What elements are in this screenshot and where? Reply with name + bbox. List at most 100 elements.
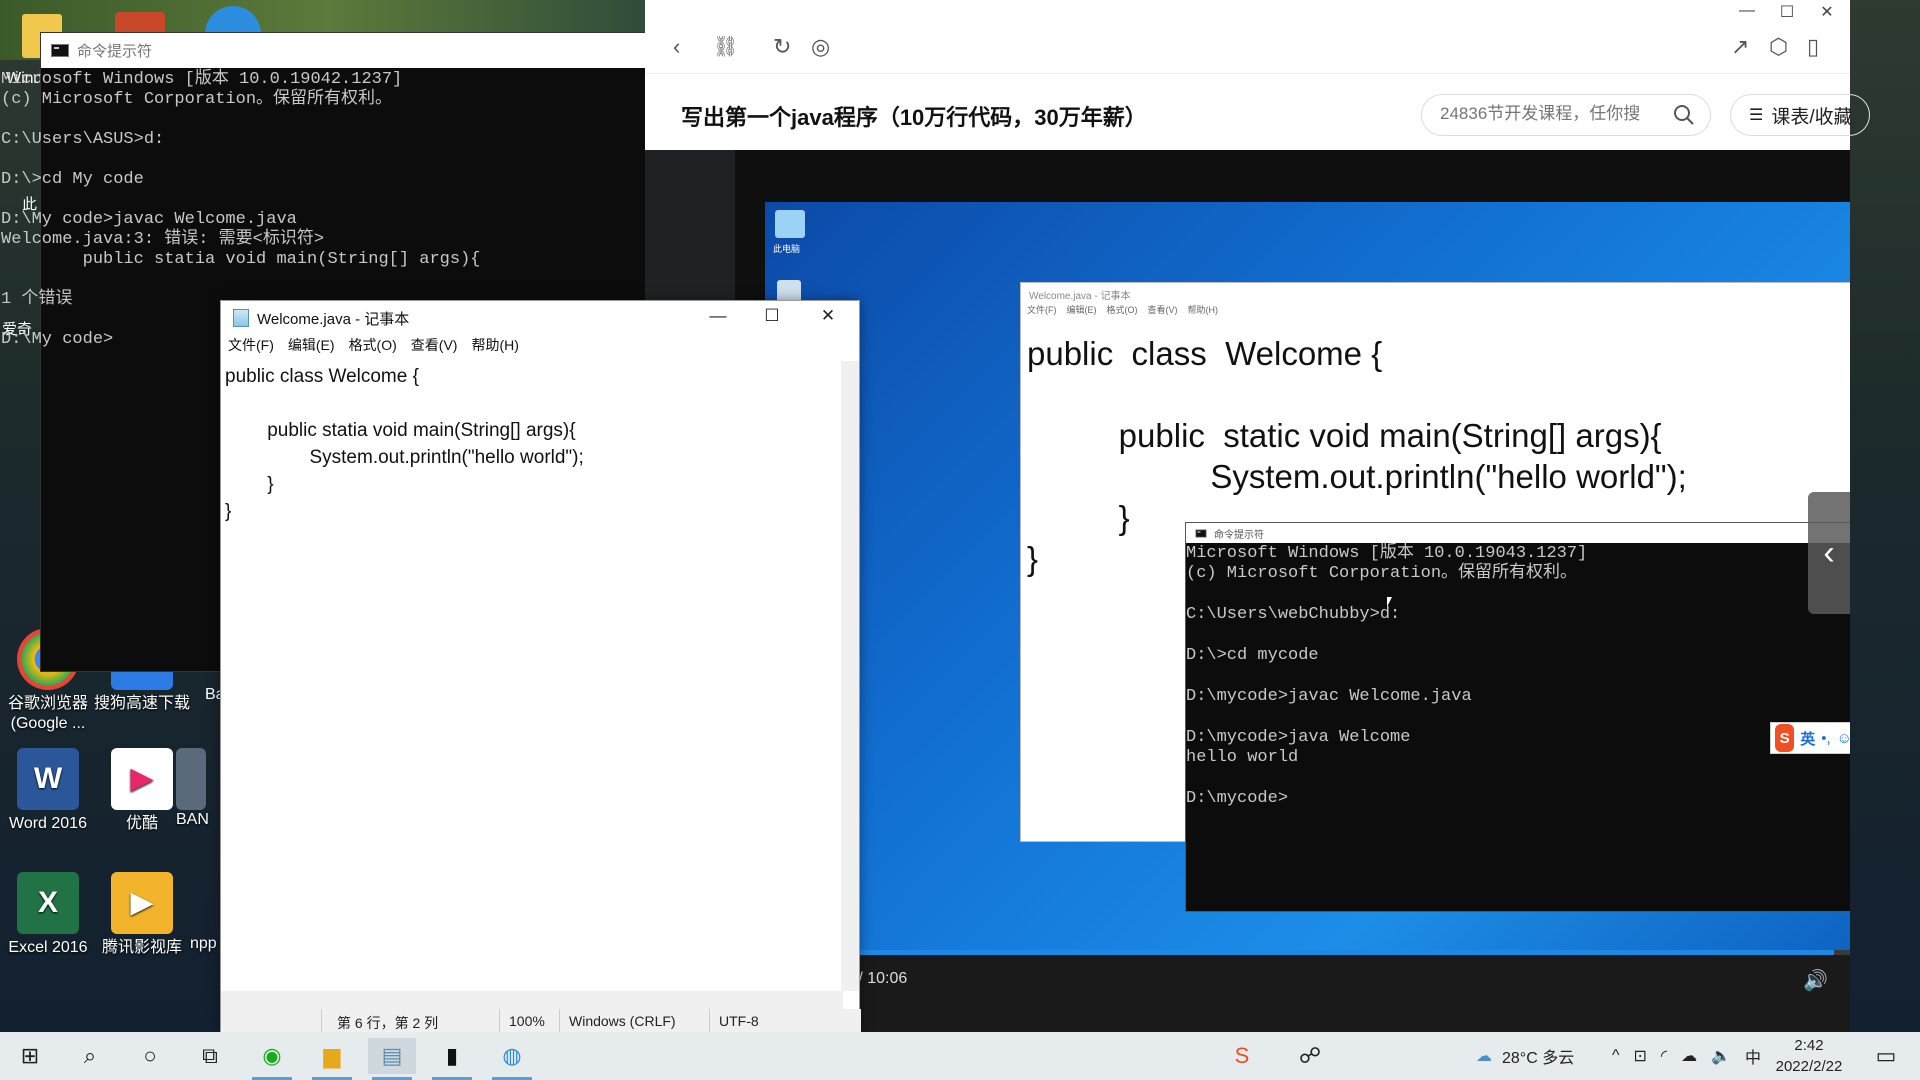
system-clock[interactable]: 2:42 2022/2/22 <box>1764 1035 1854 1077</box>
course-search-box[interactable] <box>1421 94 1711 136</box>
desktop-icon-tencent-video[interactable]: ▶ 腾讯影视库 <box>94 872 190 958</box>
menu-edit[interactable]: 编辑(E) <box>288 335 335 355</box>
start-button[interactable]: ⊞ <box>6 1038 54 1074</box>
notepad-statusbar: 第 6 行，第 2 列 100% Windows (CRLF) UTF-8 <box>221 1009 861 1033</box>
encoding: UTF-8 <box>719 1013 759 1029</box>
menu-help[interactable]: 帮助(H) <box>471 335 518 355</box>
menu-view[interactable]: 查看(V) <box>411 335 458 355</box>
desktop-icon-ban[interactable]: BAN <box>176 748 226 830</box>
link-icon[interactable]: ⛓ <box>713 34 738 60</box>
desktop-icon-label: 谷歌浏览器 (Google ... <box>7 695 88 732</box>
ime-language-label: 英 <box>1800 730 1816 748</box>
taskbar-file-explorer[interactable]: ▆ <box>308 1038 356 1080</box>
browser-toolbar: ‹ ⛓ ↻ ◎ ↗ ⬡ ▯ — ☐ ✕ <box>645 0 1850 74</box>
menu-file[interactable]: 文件(F) <box>228 335 274 355</box>
notepad-editor[interactable]: public class Welcome { public statia voi… <box>221 361 843 991</box>
catalog-favorites-button[interactable]: ☰ 课表/收藏 <box>1730 94 1870 136</box>
notepad-window[interactable]: Welcome.java - 记事本 — ☐ ✕ 文件(F) 编辑(E) 格式(… <box>220 300 861 1033</box>
taskbar-wechat[interactable]: ◉ <box>248 1038 296 1080</box>
chevron-left-icon[interactable]: ‹ <box>1808 492 1850 614</box>
course-title: 写出第一个java程序（10万行代码，30万年薪） <box>681 105 1147 130</box>
mouse-cursor-icon <box>1387 597 1392 607</box>
punctuation-icon: •, <box>1821 729 1831 747</box>
document-icon[interactable]: ▯ <box>1807 34 1819 60</box>
youku-icon: ▶ <box>111 748 173 810</box>
cmd-title: 命令提示符 <box>77 43 153 60</box>
this-pc-icon <box>775 210 805 238</box>
horizontal-scrollbar[interactable] <box>221 991 843 1009</box>
desktop-icon-excel[interactable]: X Excel 2016 <box>0 872 96 958</box>
search-icon[interactable] <box>1672 103 1696 127</box>
video-cmd-output: Microsoft Windows [版本 10.0.19043.1237] (… <box>1186 544 1588 808</box>
refresh-icon[interactable]: ↻ <box>773 34 791 60</box>
volume-icon[interactable]: 🔊 <box>1803 968 1828 993</box>
video-notepad-title: Welcome.java - 记事本 <box>1029 291 1131 302</box>
terminal-icon <box>1195 529 1207 537</box>
desktop-icon-label: BAN <box>176 811 209 828</box>
taskbar-command-prompt[interactable]: ▮ <box>428 1038 476 1080</box>
weather-widget[interactable]: ☁ 28°C 多云 <box>1476 1032 1574 1080</box>
notepad-minimize-button[interactable]: — <box>695 306 741 326</box>
maximize-button[interactable]: ☐ <box>1767 2 1807 22</box>
cloud-icon: ☁ <box>1476 1048 1492 1065</box>
tencent-video-icon: ▶ <box>111 872 173 934</box>
terminal-icon <box>51 44 69 57</box>
notepad-close-button[interactable]: ✕ <box>805 306 851 326</box>
taskbar-sogou-icon[interactable]: S <box>1218 1038 1266 1074</box>
progress-bar[interactable] <box>765 950 1850 955</box>
people-icon[interactable]: ☍ <box>1286 1038 1334 1074</box>
menu-format[interactable]: 格式(O) <box>349 335 397 355</box>
word-icon: W <box>17 748 79 810</box>
course-header: 写出第一个java程序（10万行代码，30万年薪） ☰ 课表/收藏 <box>645 74 1870 150</box>
video-menu-format: 格式(O) <box>1106 305 1138 315</box>
ime-toolbar[interactable]: S 英 •, ☺ 🎙 ⌨ ☃ 👕 ▦ <box>1770 722 1850 754</box>
taskbar: ⊞ ⌕ ○ ⧉ ◉ ▆ ▤ ▮ ◍ S ☍ ☁ 28°C 多云 ^ ⊡ ◜ ☁ … <box>0 1032 1920 1080</box>
cortana-icon[interactable]: ○ <box>126 1038 174 1074</box>
status-separator <box>499 1009 500 1033</box>
chevron-up-icon[interactable]: ^ <box>1612 1047 1620 1065</box>
task-view-icon[interactable]: ⧉ <box>186 1038 234 1074</box>
video-menu-edit: 编辑(E) <box>1066 305 1097 315</box>
notepad-icon <box>233 309 249 327</box>
desktop-icon-label: 腾讯影视库 <box>101 939 182 956</box>
wifi-icon[interactable]: ◜ <box>1661 1046 1667 1066</box>
search-icon[interactable]: ⌕ <box>66 1038 114 1074</box>
video-cmd-title: 命令提示符 <box>1214 529 1264 541</box>
zoom-level: 100% <box>509 1013 545 1029</box>
globe-icon[interactable]: ◎ <box>811 34 830 60</box>
video-menu-help: 帮助(H) <box>1187 305 1219 315</box>
sogou-ime-icon: S <box>1775 724 1795 752</box>
taskbar-browser[interactable]: ◍ <box>488 1038 536 1080</box>
status-separator <box>321 1009 322 1033</box>
desktop-icon-label: 搜狗高速下载 <box>94 695 191 712</box>
onedrive-icon[interactable]: ☁ <box>1681 1046 1697 1066</box>
speaker-icon[interactable]: 🔈 <box>1711 1046 1731 1066</box>
progress-fill <box>765 950 1834 955</box>
ime-indicator[interactable]: 中 <box>1745 1044 1761 1068</box>
cmd-titlebar[interactable]: 命令提示符 <box>41 33 659 68</box>
back-icon[interactable]: ‹ <box>673 34 680 60</box>
status-separator <box>559 1009 560 1033</box>
clock-date: 2022/2/22 <box>1775 1058 1843 1075</box>
npp-icon <box>190 872 210 934</box>
vertical-scrollbar[interactable] <box>841 361 859 991</box>
list-icon: ☰ <box>1749 107 1764 124</box>
security-icon[interactable]: ⊡ <box>1634 1046 1647 1066</box>
video-notepad-menu: 文件(F) 编辑(E) 格式(O) 查看(V) 帮助(H) <box>1021 303 1850 319</box>
taskbar-notepad[interactable]: ▤ <box>368 1038 416 1080</box>
share-icon[interactable]: ↗ <box>1731 34 1749 60</box>
desktop-icon-label: Excel 2016 <box>8 939 88 956</box>
course-search-input[interactable] <box>1440 104 1660 124</box>
cube-icon[interactable]: ⬡ <box>1769 34 1788 60</box>
cursor-position: 第 6 行，第 2 列 <box>337 1015 439 1031</box>
notepad-maximize-button[interactable]: ☐ <box>749 306 795 326</box>
desktop-icon-word[interactable]: W Word 2016 <box>0 748 96 834</box>
excel-icon: X <box>17 872 79 934</box>
close-button[interactable]: ✕ <box>1807 2 1847 22</box>
notepad-titlebar[interactable]: Welcome.java - 记事本 — ☐ ✕ <box>221 301 859 335</box>
video-cmd-titlebar: 命令提示符 <box>1186 523 1850 543</box>
weather-text: 28°C 多云 <box>1502 1050 1575 1067</box>
video-frame[interactable]: 此电脑 Welcome.java - 记事本 文件(F) 编辑(E) 格式(O)… <box>765 202 1850 1002</box>
minimize-button[interactable]: — <box>1727 2 1767 20</box>
notification-icon[interactable]: ▭ <box>1862 1038 1910 1074</box>
